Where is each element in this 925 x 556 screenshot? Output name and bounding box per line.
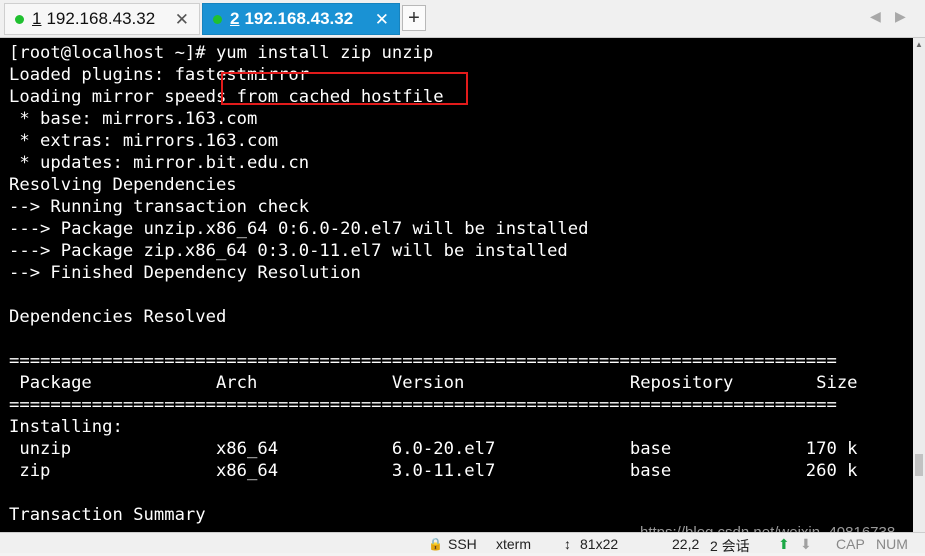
terminal-line: * updates: mirror.bit.edu.cn <box>9 153 310 173</box>
terminal-line: --> Running transaction check <box>9 197 310 217</box>
terminal-type-label: xterm <box>496 536 531 552</box>
download-icon: ⬇ <box>800 536 812 552</box>
terminal-line: Transaction Summary <box>9 505 206 525</box>
cursor-position-label: 22,2 <box>672 536 700 552</box>
terminal-line: * extras: mirrors.163.com <box>9 131 279 151</box>
tab-session-1[interactable]: 1 192.168.43.32 ✕ <box>4 3 200 35</box>
terminal-line: Resolving Dependencies <box>9 175 237 195</box>
tab-session-2[interactable]: 2 192.168.43.32 ✕ <box>202 3 400 35</box>
close-icon[interactable]: ✕ <box>175 10 189 30</box>
resize-icon: ↕ <box>564 536 571 552</box>
num-lock-indicator: NUM <box>876 536 908 552</box>
terminal-line: ---> Package zip.x86_64 0:3.0-11.el7 wil… <box>9 241 568 261</box>
protocol-label: SSH <box>448 536 477 552</box>
terminal-line: --> Finished Dependency Resolution <box>9 263 361 283</box>
table-row: zip x86_64 3.0-11.el7 base 260 k <box>9 461 858 481</box>
scroll-tabs-right-icon[interactable]: ▶ <box>895 8 906 25</box>
connected-status-icon <box>213 14 222 24</box>
vertical-scrollbar[interactable]: ▲ <box>913 38 925 532</box>
table-separator: ========================================… <box>9 351 837 371</box>
session-count-label: 2 会话 <box>710 538 750 554</box>
terminal-line: Dependencies Resolved <box>9 307 227 327</box>
command-highlight-box <box>221 72 468 105</box>
status-bar: 🔒 SSH xterm ↕ 81x22 22,2 2 会话 ⬆ ⬇ CAP NU… <box>0 532 925 554</box>
close-icon[interactable]: ✕ <box>375 10 389 30</box>
tab-title: 192.168.43.32 <box>46 9 156 28</box>
caps-lock-indicator: CAP <box>836 536 865 552</box>
tab-number: 1 <box>32 9 42 28</box>
scrollbar-thumb[interactable] <box>915 454 923 476</box>
watermark: https://blog.csdn.net/weixin_40816738 <box>640 524 895 532</box>
upload-icon: ⬆ <box>778 536 790 552</box>
lock-icon: 🔒 <box>428 537 443 551</box>
connected-status-icon <box>15 14 24 24</box>
table-header: Package Arch Version Repository Size <box>9 373 858 393</box>
terminal-output[interactable]: [root@localhost ~]# yum install zip unzi… <box>0 38 913 532</box>
tab-title: 192.168.43.32 <box>244 9 354 28</box>
new-tab-button[interactable]: + <box>402 5 426 31</box>
terminal-line: ---> Package unzip.x86_64 0:6.0-20.el7 w… <box>9 219 589 239</box>
terminal-line: [root@localhost ~]# yum install zip unzi… <box>9 43 434 63</box>
terminal-line: * base: mirrors.163.com <box>9 109 258 129</box>
terminal-line: Installing: <box>9 417 123 437</box>
tab-bar: 1 192.168.43.32 ✕ 2 192.168.43.32 ✕ + ◀ … <box>0 0 925 38</box>
terminal-size-label: 81x22 <box>580 536 619 552</box>
scroll-up-icon[interactable]: ▲ <box>915 40 923 49</box>
scroll-tabs-left-icon[interactable]: ◀ <box>870 8 881 25</box>
table-row: unzip x86_64 6.0-20.el7 base 170 k <box>9 439 858 459</box>
table-separator: ========================================… <box>9 395 837 415</box>
tab-number: 2 <box>230 9 240 28</box>
